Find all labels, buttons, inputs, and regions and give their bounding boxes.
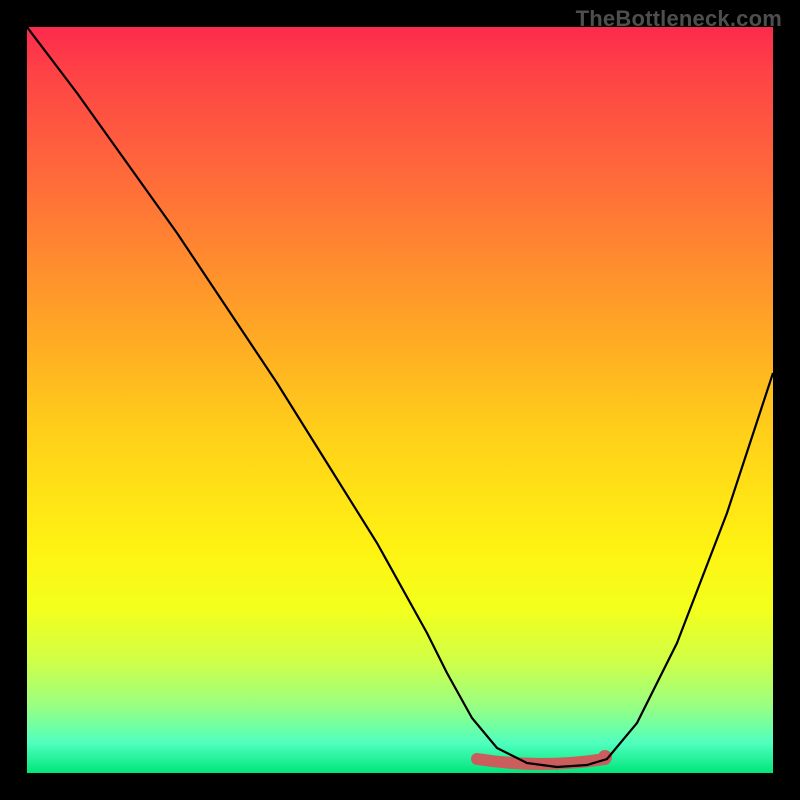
bottleneck-curve <box>27 27 773 767</box>
valley-highlight <box>477 759 605 764</box>
plot-area <box>27 27 773 773</box>
watermark-text: TheBottleneck.com <box>576 6 782 32</box>
bottleneck-curve-svg <box>27 27 773 773</box>
